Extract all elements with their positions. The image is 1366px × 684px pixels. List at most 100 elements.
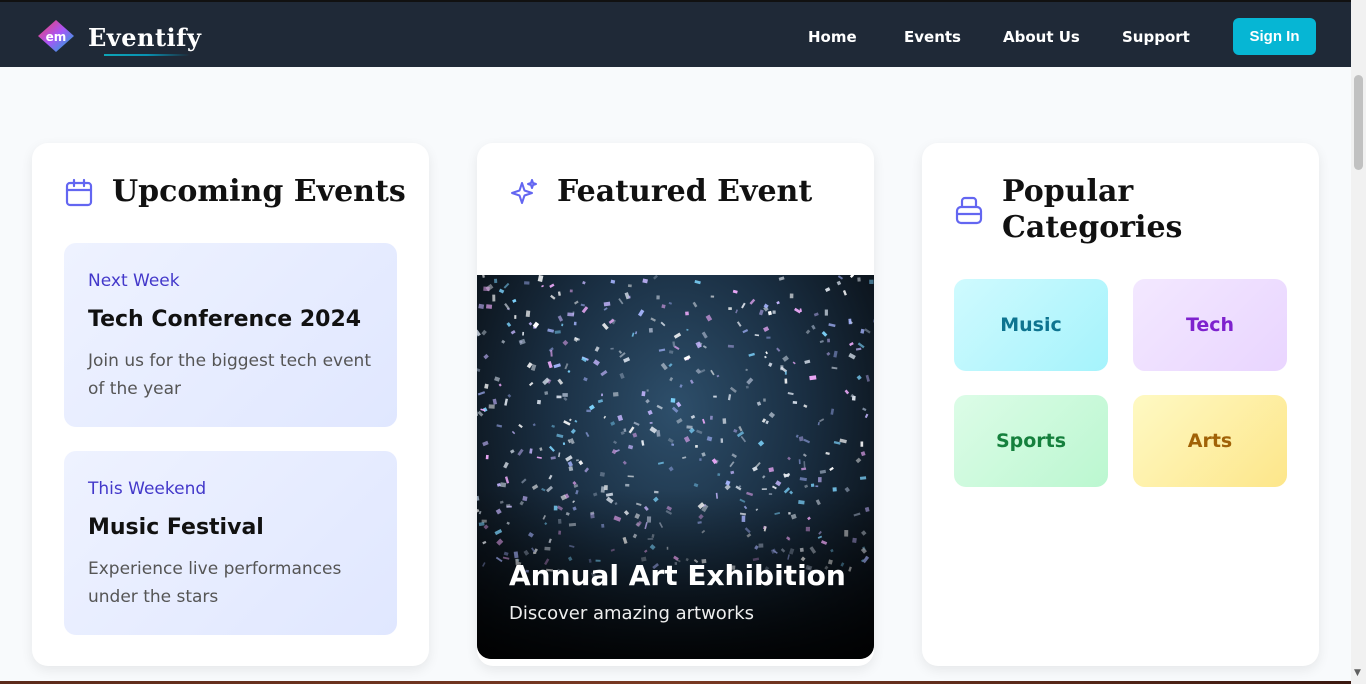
confetti-piece — [627, 444, 634, 450]
confetti-piece — [583, 377, 588, 382]
confetti-piece — [842, 290, 847, 296]
confetti-piece — [784, 378, 788, 384]
confetti-piece — [671, 443, 675, 447]
confetti-piece — [618, 298, 624, 305]
scrollbar-thumb[interactable] — [1354, 75, 1363, 170]
confetti-piece — [811, 324, 816, 330]
nav-about-link[interactable]: About Us — [1003, 28, 1080, 46]
confetti-piece — [720, 438, 724, 443]
confetti-piece — [671, 406, 679, 413]
confetti-piece — [569, 289, 573, 293]
confetti-piece — [656, 404, 663, 410]
confetti-piece — [504, 476, 510, 484]
confetti-piece — [504, 398, 508, 406]
confetti-piece — [848, 318, 852, 325]
event-card-tech-conference[interactable]: Next Week Tech Conference 2024 Join us f… — [64, 243, 397, 427]
confetti-piece — [561, 323, 564, 327]
confetti-piece — [570, 428, 576, 434]
confetti-piece — [622, 460, 627, 465]
confetti-piece — [536, 399, 541, 405]
confetti-piece — [623, 356, 631, 363]
sign-in-button[interactable]: Sign In — [1233, 18, 1316, 55]
confetti-piece — [682, 456, 687, 459]
confetti-piece — [509, 449, 515, 454]
nav-events-link[interactable]: Events — [904, 28, 961, 46]
confetti-piece — [494, 376, 501, 382]
nav-home-link[interactable]: Home — [808, 28, 857, 46]
confetti-piece — [550, 294, 556, 300]
featured-event-image[interactable]: Annual Art Exhibition Discover amazing a… — [477, 275, 874, 659]
confetti-piece — [646, 389, 649, 392]
event-card-music-festival[interactable]: This Weekend Music Festival Experience l… — [64, 451, 397, 635]
confetti-piece — [735, 309, 739, 314]
confetti-piece — [803, 461, 806, 468]
confetti-piece — [676, 418, 683, 424]
confetti-piece — [586, 409, 591, 413]
popular-categories-title: Popular Categories — [1002, 174, 1183, 245]
confetti-piece — [815, 485, 819, 488]
event-description: Experience live performances under the s… — [88, 559, 342, 607]
confetti-piece — [558, 452, 561, 458]
confetti-piece — [805, 329, 811, 335]
confetti-piece — [599, 471, 605, 477]
confetti-piece — [860, 328, 865, 334]
page-scrollbar[interactable]: ▼ — [1351, 0, 1366, 684]
category-arts[interactable]: Arts — [1133, 395, 1287, 487]
featured-event-card: Featured Event Annual Art Exhibition Dis… — [477, 143, 874, 666]
confetti-piece — [482, 440, 489, 447]
logo-text: em — [46, 30, 67, 44]
confetti-piece — [492, 294, 496, 302]
confetti-piece — [548, 445, 555, 452]
confetti-piece — [685, 311, 689, 316]
confetti-piece — [668, 363, 673, 368]
featured-event-name: Annual Art Exhibition — [509, 559, 846, 592]
confetti-piece — [818, 418, 825, 423]
confetti-piece — [548, 474, 553, 480]
confetti-piece — [528, 381, 534, 387]
confetti-piece — [795, 434, 799, 438]
confetti-piece — [673, 332, 682, 339]
confetti-piece — [792, 361, 796, 365]
confetti-piece — [601, 322, 609, 330]
confetti-piece — [824, 309, 828, 316]
nav-support-link[interactable]: Support — [1122, 28, 1190, 46]
confetti-piece — [849, 342, 854, 347]
confetti-piece — [740, 435, 747, 443]
brand-name[interactable]: Eventify — [88, 23, 201, 52]
category-sports[interactable]: Sports — [954, 395, 1108, 487]
confetti-piece — [693, 483, 699, 488]
confetti-piece — [498, 288, 505, 294]
confetti-piece — [789, 293, 794, 299]
confetti-piece — [563, 396, 568, 401]
confetti-piece — [844, 389, 850, 395]
confetti-piece — [819, 469, 827, 474]
shopping-bag-icon — [955, 196, 983, 225]
confetti-piece — [764, 355, 767, 359]
confetti-piece — [619, 372, 625, 379]
confetti-piece — [746, 377, 754, 385]
confetti-piece — [660, 362, 668, 371]
eventify-logo-icon[interactable]: em — [38, 20, 74, 52]
confetti-piece — [686, 425, 693, 429]
confetti-piece — [696, 429, 703, 435]
confetti-piece — [860, 451, 866, 457]
confetti-piece — [541, 284, 544, 288]
confetti-piece — [481, 275, 485, 278]
confetti-piece — [661, 304, 666, 309]
confetti-piece — [864, 413, 869, 419]
confetti-piece — [632, 432, 638, 438]
confetti-piece — [617, 414, 624, 422]
confetti-piece — [802, 453, 807, 458]
confetti-piece — [641, 440, 645, 446]
confetti-piece — [848, 352, 856, 360]
confetti-piece — [547, 328, 555, 333]
confetti-piece — [657, 461, 664, 465]
scroll-down-arrow-icon[interactable]: ▼ — [1354, 668, 1361, 678]
category-music[interactable]: Music — [954, 279, 1108, 371]
confetti-piece — [496, 424, 503, 428]
confetti-piece — [775, 480, 782, 487]
confetti-piece — [628, 426, 635, 434]
confetti-piece — [525, 310, 531, 318]
confetti-piece — [481, 329, 487, 336]
category-tech[interactable]: Tech — [1133, 279, 1287, 371]
